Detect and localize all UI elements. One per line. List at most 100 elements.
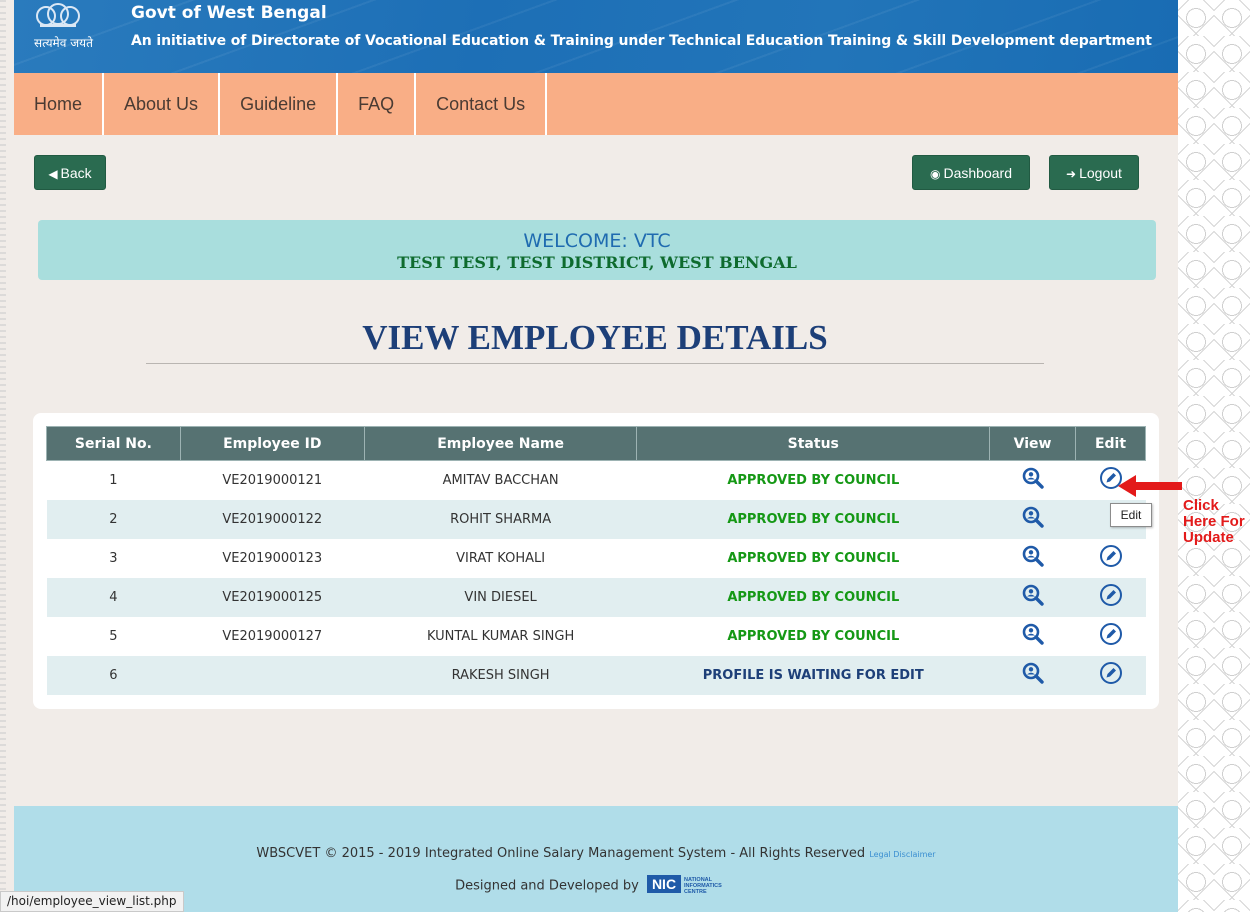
cell-view [989, 460, 1076, 500]
col-edit: Edit [1075, 426, 1146, 461]
cell-employee-id: VE2019000125 [180, 577, 365, 617]
cell-employee-name: VIRAT KOHALI [364, 538, 637, 578]
cell-status: APPROVED BY COUNCIL [636, 499, 990, 539]
dashboard-icon: ◉ [930, 167, 941, 181]
employee-table: Serial No. Employee ID Employee Name Sta… [46, 426, 1146, 695]
cell-employee-id: VE2019000123 [180, 538, 365, 578]
welcome-title: WELCOME: VTC [523, 230, 671, 252]
decorative-pattern [1178, 0, 1250, 912]
page-left-edge [0, 0, 6, 912]
cell-serial: 3 [46, 538, 181, 578]
dashboard-button[interactable]: ◉ Dashboard [912, 155, 1030, 190]
table-row: 5 VE2019000127 KUNTAL KUMAR SINGH APPROVED … [46, 616, 1146, 656]
cell-edit [1075, 538, 1146, 578]
back-button[interactable]: ◀ Back [34, 155, 106, 190]
table-header-row: Serial No. Employee ID Employee Name Sta… [46, 426, 1146, 461]
cell-status: APPROVED BY COUNCIL [636, 538, 990, 578]
view-icon[interactable] [1022, 467, 1044, 493]
copyright-text: WBSCVET © 2015 - 2019 Integrated Online … [256, 846, 866, 861]
employee-table-panel: Serial No. Employee ID Employee Name Sta… [33, 413, 1159, 709]
credit-text: Designed and Developed by [455, 878, 639, 894]
cell-view [989, 577, 1076, 617]
edit-icon[interactable] [1099, 544, 1123, 572]
govt-title: Govt of West Bengal [131, 3, 327, 23]
cell-employee-id: VE2019000127 [180, 616, 365, 656]
back-circle-icon: ◀ [48, 167, 58, 181]
nav-guideline[interactable]: Guideline [220, 73, 339, 135]
page-title: VIEW EMPLOYEE DETAILS [362, 318, 828, 357]
table-row: 6 RAKESH SINGH PROFILE IS WAITING FOR EDIT [46, 655, 1146, 695]
cell-status: APPROVED BY COUNCIL [636, 616, 990, 656]
cell-view [989, 655, 1076, 695]
footer-copyright: WBSCVET © 2015 - 2019 Integrated Online … [14, 846, 1178, 861]
table-row: 1 VE2019000121 AMITAV BACCHAN APPROVED BY C… [46, 460, 1146, 500]
nic-logo-text: NIC [652, 876, 676, 892]
browser-status-bar: /hoi/employee_view_list.php [0, 891, 184, 912]
col-serial: Serial No. [46, 426, 181, 461]
cell-employee-name: ROHIT SHARMA [364, 499, 637, 539]
cell-view [989, 538, 1076, 578]
view-icon[interactable] [1022, 506, 1044, 532]
cell-view [989, 499, 1076, 539]
cell-status: APPROVED BY COUNCIL [636, 460, 990, 500]
view-icon[interactable] [1022, 545, 1044, 571]
title-divider [146, 363, 1044, 364]
cell-employee-id: VE2019000121 [180, 460, 365, 500]
cell-status: PROFILE IS WAITING FOR EDIT [636, 655, 990, 695]
col-view: View [989, 426, 1076, 461]
emblem-icon [36, 3, 80, 27]
red-arrow-icon [1118, 475, 1182, 497]
nav-contact-us[interactable]: Contact Us [416, 73, 548, 135]
table-row: 3 VE2019000123 VIRAT KOHALI APPROVED BY COU… [46, 538, 1146, 578]
cell-serial: 5 [46, 616, 181, 656]
cell-edit [1075, 655, 1146, 695]
edit-icon[interactable] [1099, 583, 1123, 611]
welcome-banner: WELCOME: VTC TEST TEST, TEST DISTRICT, W… [38, 220, 1156, 280]
annotation-note: Click Here For Update [1183, 497, 1245, 546]
cell-employee-id [180, 655, 365, 695]
cell-view [989, 616, 1076, 656]
table-row: 4 VE2019000125 VIN DIESEL APPROVED BY COUNC… [46, 577, 1146, 617]
nav-about-us[interactable]: About Us [104, 73, 221, 135]
edit-icon[interactable] [1099, 622, 1123, 650]
logout-label: Logout [1079, 165, 1122, 181]
cell-serial: 2 [46, 499, 181, 539]
logout-icon: ➜ [1066, 167, 1077, 181]
cell-employee-id: VE2019000122 [180, 499, 365, 539]
table-row: 2 VE2019000122 ROHIT SHARMA APPROVED BY COU… [46, 499, 1146, 539]
cell-edit [1075, 616, 1146, 656]
table-body: 1 VE2019000121 AMITAV BACCHAN APPROVED BY C… [46, 460, 1146, 695]
cell-serial: 1 [46, 460, 181, 500]
col-employee-name: Employee Name [363, 426, 638, 461]
cell-employee-name: AMITAV BACCHAN [364, 460, 637, 500]
svg-text:CENTRE: CENTRE [684, 889, 707, 894]
nav-home[interactable]: Home [14, 73, 105, 135]
welcome-location: TEST TEST, TEST DISTRICT, WEST BENGAL [397, 253, 797, 272]
cell-serial: 4 [46, 577, 181, 617]
col-status: Status [636, 426, 991, 461]
motto: सत्यमेव जयते [34, 36, 93, 50]
col-employee-id: Employee ID [179, 426, 365, 461]
cell-employee-name: KUNTAL KUMAR SINGH [364, 616, 637, 656]
view-icon[interactable] [1022, 623, 1044, 649]
site-footer: WBSCVET © 2015 - 2019 Integrated Online … [14, 806, 1178, 912]
cell-employee-name: VIN DIESEL [364, 577, 637, 617]
cell-serial: 6 [46, 655, 181, 695]
nic-logo: NIC NATIONAL INFORMATICS CENTRE [646, 874, 737, 898]
view-icon[interactable] [1022, 584, 1044, 610]
cell-employee-name: RAKESH SINGH [364, 655, 637, 695]
logout-button[interactable]: ➜ Logout [1049, 155, 1139, 190]
govt-subtitle: An initiative of Directorate of Vocation… [131, 33, 1152, 49]
main-nav: Home About Us Guideline FAQ Contact Us [14, 73, 1178, 135]
footer-credit: Designed and Developed by NIC NATIONAL I… [14, 874, 1178, 898]
view-icon[interactable] [1022, 662, 1044, 688]
dashboard-label: Dashboard [943, 165, 1012, 181]
cell-status: APPROVED BY COUNCIL [636, 577, 990, 617]
legal-disclaimer-link[interactable]: Legal Disclaimer [869, 850, 935, 859]
nav-faq[interactable]: FAQ [338, 73, 417, 135]
edit-tooltip: Edit [1110, 503, 1152, 527]
back-label: Back [60, 165, 92, 181]
edit-icon[interactable] [1099, 661, 1123, 689]
site-header: सत्यमेव जयते Govt of West Bengal An init… [14, 0, 1178, 73]
cell-edit [1075, 577, 1146, 617]
